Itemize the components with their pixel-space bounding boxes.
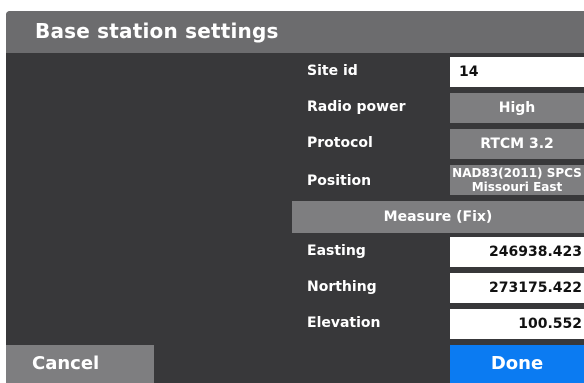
easting-input[interactable]: 246938.423 xyxy=(450,237,584,267)
easting-label: Easting xyxy=(307,243,366,259)
elevation-input[interactable]: 100.552 xyxy=(450,309,584,339)
radio-power-select[interactable]: High xyxy=(450,93,584,123)
position-value-line2: Missouri East xyxy=(471,180,563,194)
position-label: Position xyxy=(307,173,372,189)
site-id-input[interactable]: 14 xyxy=(450,57,584,87)
title-bar: Base station settings xyxy=(6,11,584,53)
protocol-label: Protocol xyxy=(307,135,373,151)
dialog-title: Base station settings xyxy=(35,19,279,43)
northing-input[interactable]: 273175.422 xyxy=(450,273,584,303)
northing-label: Northing xyxy=(307,279,377,295)
base-station-settings-dialog: Base station settings Site id 14 Radio p… xyxy=(6,11,584,383)
protocol-select[interactable]: RTCM 3.2 xyxy=(450,129,584,159)
measure-fix-button[interactable]: Measure (Fix) xyxy=(292,201,584,233)
site-id-label: Site id xyxy=(307,63,358,79)
radio-power-label: Radio power xyxy=(307,99,406,115)
position-select[interactable]: NAD83(2011) SPCS Missouri East xyxy=(450,165,584,195)
elevation-label: Elevation xyxy=(307,315,381,331)
position-value-line1: NAD83(2011) SPCS xyxy=(452,166,582,180)
cancel-button[interactable]: Cancel xyxy=(6,345,154,383)
done-button[interactable]: Done xyxy=(450,345,584,383)
